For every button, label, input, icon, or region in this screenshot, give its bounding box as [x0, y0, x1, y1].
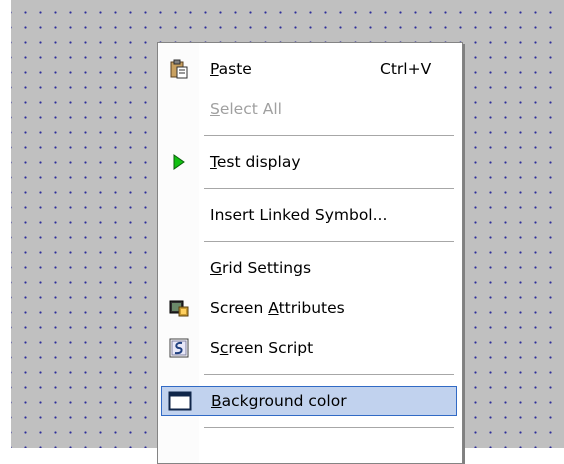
- context-menu: Paste Ctrl+V Select All Test display Ins…: [157, 42, 463, 464]
- menu-item-paste[interactable]: Paste Ctrl+V: [161, 54, 457, 84]
- menu-item-label: Screen Script: [210, 339, 314, 357]
- paste-icon: [161, 54, 197, 84]
- menu-item-label: Insert Linked Symbol...: [210, 206, 388, 224]
- menu-separator: [204, 427, 454, 428]
- menu-item-background-color[interactable]: Background color: [161, 386, 457, 416]
- menu-item-label: Background color: [211, 392, 347, 410]
- script-icon: [161, 333, 197, 363]
- menu-item-label: Screen Attributes: [210, 299, 345, 317]
- play-icon: [161, 147, 197, 177]
- menu-item-label: Test display: [210, 153, 301, 171]
- menu-item-label: Paste: [210, 60, 252, 78]
- screen-attributes-icon: [161, 293, 197, 323]
- menu-item-grid-settings[interactable]: Grid Settings: [161, 253, 457, 283]
- menu-item-shortcut: Ctrl+V: [380, 60, 432, 78]
- menu-item-insert-linked-symbol[interactable]: Insert Linked Symbol...: [161, 200, 457, 230]
- canvas-left-margin: [0, 0, 11, 448]
- menu-item-select-all: Select All: [161, 94, 457, 124]
- menu-item-screen-attributes[interactable]: Screen Attributes: [161, 293, 457, 323]
- menu-item-screen-script[interactable]: Screen Script: [161, 333, 457, 363]
- menu-item-test-display[interactable]: Test display: [161, 147, 457, 177]
- menu-separator: [204, 188, 454, 189]
- menu-item-label: Grid Settings: [210, 259, 312, 277]
- window-icon: [162, 386, 198, 416]
- menu-item-label: Select All: [210, 100, 282, 118]
- menu-separator: [204, 241, 454, 242]
- menu-separator: [204, 374, 454, 375]
- menu-separator: [204, 135, 454, 136]
